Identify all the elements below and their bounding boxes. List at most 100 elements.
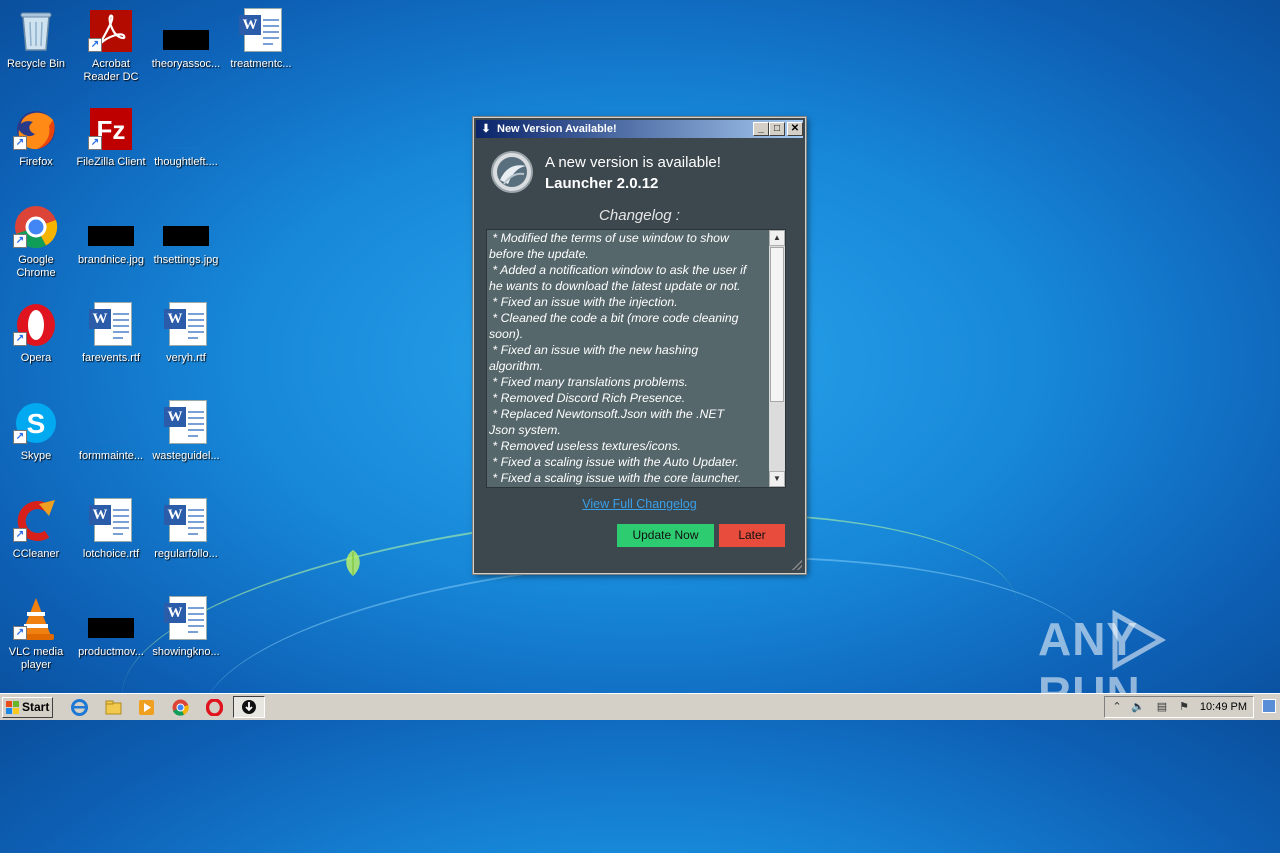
desktop-icon[interactable]: Wveryh.rtf [149, 298, 223, 388]
word-doc-icon: W [163, 400, 209, 446]
desktop-icon[interactable]: Wfarevents.rtf [74, 298, 148, 388]
skype-icon: S ↗ [13, 400, 59, 446]
desktop-icon[interactable]: Recycle Bin [0, 4, 73, 94]
windows-flag-icon [6, 701, 19, 714]
shortcut-arrow-icon: ↗ [13, 234, 27, 248]
changelog-scrollbar[interactable]: ▲ ▼ [769, 230, 785, 487]
action-center-flag-icon[interactable]: ⚑ [1177, 700, 1191, 714]
desktop-icon[interactable]: theoryassoc... [149, 4, 223, 94]
volume-icon[interactable]: 🔈 [1131, 700, 1145, 714]
show-desktop-button[interactable] [1262, 699, 1276, 713]
changelog-line: * Cleaned the code a bit (more code clea… [489, 311, 739, 325]
chrome-icon[interactable] [172, 699, 189, 716]
explorer-icon[interactable] [105, 699, 122, 716]
word-doc-icon: W [163, 596, 209, 642]
changelog-line: * Removed useless textures/icons. [489, 439, 682, 453]
system-tray: ⌃ 🔈 ▤ ⚑ 10:49 PM [1104, 696, 1254, 718]
desktop-icon[interactable]: ↗ VLC media player [0, 592, 73, 682]
desktop-icon[interactable]: Wtreatmentc... [224, 4, 298, 94]
changelog-box[interactable]: * Modified the terms of use window to sh… [486, 229, 786, 488]
desktop-icon[interactable]: ↗ Firefox [0, 102, 73, 192]
view-full-changelog-link[interactable]: View Full Changelog [476, 497, 803, 511]
changelog-line: * Added a notification window to ask the… [489, 263, 747, 277]
changelog-line: * Modified the terms of use window to sh… [489, 231, 729, 245]
resize-grip-icon[interactable] [792, 560, 802, 570]
shortcut-arrow-icon: ↗ [88, 136, 102, 150]
desktop-icon-label: Skype [20, 450, 52, 462]
ccleaner-icon: ↗ [13, 498, 59, 544]
desktop-icon[interactable]: Wwasteguidel... [149, 396, 223, 486]
desktop-icon[interactable]: ↗ CCleaner [0, 494, 73, 584]
media-player-icon[interactable] [138, 699, 155, 716]
changelog-heading: Changelog : [599, 207, 680, 224]
desktop-icon-label: VLC media player [8, 646, 64, 671]
minimize-button[interactable]: _ [753, 122, 769, 136]
scroll-up-arrow-icon[interactable]: ▲ [769, 230, 785, 246]
clock[interactable]: 10:49 PM [1200, 697, 1247, 717]
dialog-title: New Version Available! [497, 123, 617, 135]
shortcut-arrow-icon: ↗ [13, 136, 27, 150]
changelog-line: Json system. [489, 423, 561, 437]
acrobat-icon: ↗ [88, 8, 134, 54]
maximize-button[interactable]: □ [769, 122, 785, 136]
desktop-icon-label: Acrobat Reader DC [83, 58, 139, 83]
ie-icon[interactable] [71, 699, 88, 716]
launcher-logo-icon [491, 151, 533, 193]
desktop-icon[interactable]: ↗ Opera [0, 298, 73, 388]
start-button[interactable]: Start [2, 697, 53, 718]
desktop-icon[interactable]: thsettings.jpg [149, 200, 223, 290]
scroll-down-arrow-icon[interactable]: ▼ [769, 471, 785, 487]
desktop-icon[interactable]: brandnice.jpg [74, 200, 148, 290]
word-doc-icon: W [238, 8, 284, 54]
desktop-icon-label: treatmentc... [230, 58, 292, 70]
desktop-icon-label: veryh.rtf [166, 352, 206, 364]
opera-icon[interactable] [206, 699, 223, 716]
filezilla-icon: Fz ↗ [88, 106, 134, 152]
desktop-icon-label: Opera [20, 352, 52, 364]
desktop-icon[interactable]: ↗ Acrobat Reader DC [74, 4, 148, 94]
desktop-icon[interactable]: Wregularfollo... [149, 494, 223, 584]
changelog-line: * Fixed a scaling issue with the core la… [489, 471, 742, 485]
changelog-line: * Fixed many translations problems. [489, 375, 688, 389]
shortcut-arrow-icon: ↗ [13, 332, 27, 346]
launcher-app-icon [242, 700, 256, 714]
desktop-icon[interactable]: formmainte... [74, 396, 148, 486]
desktop-icon-label: lotchoice.rtf [82, 548, 140, 560]
desktop-icon-label: brandnice.jpg [77, 254, 145, 266]
launcher-taskbar-button[interactable] [233, 696, 265, 718]
update-now-button[interactable]: Update Now [617, 524, 714, 547]
changelog-line: * Removed Discord Rich Presence. [489, 391, 686, 405]
file-icon [88, 400, 134, 446]
chrome-icon: ↗ [13, 204, 59, 250]
desktop-icon-label: FileZilla Client [76, 156, 146, 168]
scrollbar-thumb[interactable] [770, 247, 784, 402]
changelog-line: * Replaced Newtonsoft.Json with the .NET [489, 407, 725, 421]
desktop-icon[interactable]: thoughtleft.... [149, 102, 223, 192]
desktop-icon-label: Firefox [19, 156, 53, 168]
redacted-image-icon [163, 204, 209, 250]
shortcut-arrow-icon: ↗ [88, 38, 102, 52]
opera-icon: ↗ [13, 302, 59, 348]
desktop-icon-label: productmov... [78, 646, 144, 658]
desktop-icon[interactable]: Wshowingkno... [149, 592, 223, 682]
start-label: Start [22, 700, 50, 714]
file-icon [163, 106, 209, 152]
desktop-icon[interactable]: ↗ Google Chrome [0, 200, 73, 290]
desktop-icon-label: CCleaner [12, 548, 60, 560]
close-button[interactable]: ✕ [787, 122, 803, 136]
desktop-icon-label: wasteguidel... [152, 450, 220, 462]
show-hidden-icons-icon[interactable]: ⌃ [1110, 700, 1124, 714]
desktop-icon-label: theoryassoc... [151, 58, 221, 70]
desktop-icon-label: formmainte... [78, 450, 144, 462]
desktop-icon[interactable]: productmov... [74, 592, 148, 682]
later-button[interactable]: Later [719, 524, 785, 547]
desktop-icon[interactable]: Fz ↗ FileZilla Client [74, 102, 148, 192]
desktop-icon[interactable]: S ↗ Skype [0, 396, 73, 486]
desktop-icon-label: thoughtleft.... [154, 156, 218, 168]
changelog-line: * Fixed an issue with the new hashing [489, 343, 699, 357]
dialog-titlebar[interactable]: ⬇ New Version Available! _ □ ✕ [476, 120, 803, 138]
desktop-icon[interactable]: Wlotchoice.rtf [74, 494, 148, 584]
dialog-body: A new version is available! Launcher 2.0… [476, 139, 803, 571]
desktop-icon-label: Recycle Bin [6, 58, 66, 70]
network-icon[interactable]: ▤ [1155, 700, 1169, 714]
